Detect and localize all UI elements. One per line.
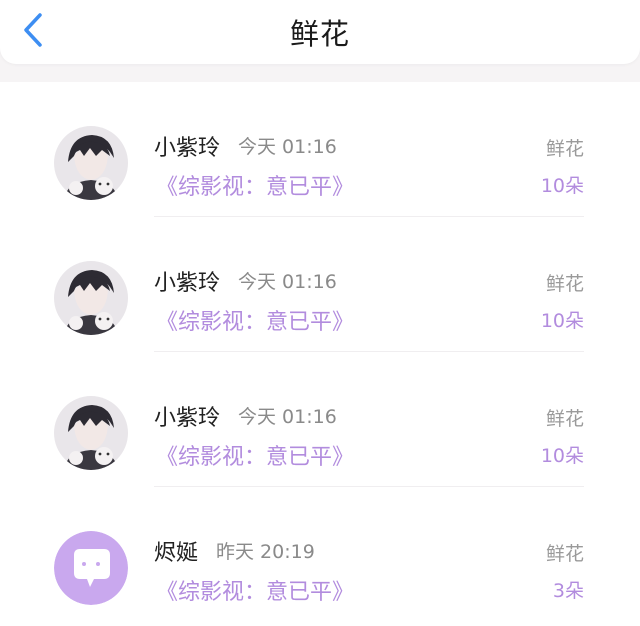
avatar[interactable]: [54, 126, 128, 200]
user-avatar-anime-icon: [54, 396, 128, 470]
user-name: 小紫玲: [154, 406, 221, 431]
user-name: 烬娫: [154, 541, 199, 566]
default-avatar-chat-bubble-icon: [54, 531, 128, 605]
gift-type-label: 鲜花: [545, 273, 584, 295]
gift-count: 3朵: [552, 580, 584, 602]
gift-count: 10朵: [540, 445, 584, 467]
user-name: 小紫玲: [154, 136, 221, 161]
gift-type-label: 鲜花: [545, 408, 584, 430]
user-avatar-anime-icon: [54, 126, 128, 200]
gift-type-label: 鲜花: [545, 543, 584, 565]
avatar[interactable]: [54, 531, 128, 605]
list-item[interactable]: 小紫玲 今天 01:16 《综影视：意已平》 鲜花 10朵: [0, 217, 640, 352]
avatar[interactable]: [54, 396, 128, 470]
book-title-link[interactable]: 《综影视：意已平》: [156, 574, 354, 606]
list-item[interactable]: 烬娫 昨天 20:19 《综影视：意已平》 鲜花 3朵: [0, 487, 640, 622]
gift-type-label: 鲜花: [545, 138, 584, 160]
gift-time: 今天 01:16: [238, 136, 337, 158]
top-bar: 鲜花: [0, 0, 640, 64]
book-title-link[interactable]: 《综影视：意已平》: [156, 439, 354, 471]
book-title-link[interactable]: 《综影视：意已平》: [156, 169, 354, 201]
gift-count: 10朵: [540, 175, 584, 197]
gift-time: 昨天 20:19: [216, 541, 315, 563]
gift-time: 今天 01:16: [238, 406, 337, 428]
list-item[interactable]: 小紫玲 今天 01:16 《综影视：意已平》 鲜花 10朵: [0, 82, 640, 217]
page-title: 鲜花: [289, 17, 350, 51]
user-name: 小紫玲: [154, 271, 221, 296]
avatar[interactable]: [54, 261, 128, 335]
list-item[interactable]: 小紫玲 今天 01:16 《综影视：意已平》 鲜花 10朵: [0, 352, 640, 487]
gift-count: 10朵: [540, 310, 584, 332]
flower-gift-list: 小紫玲 今天 01:16 《综影视：意已平》 鲜花 10朵 小紫玲 今天 01:…: [0, 82, 640, 626]
user-avatar-anime-icon: [54, 261, 128, 335]
gift-time: 今天 01:16: [238, 271, 337, 293]
book-title-link[interactable]: 《综影视：意已平》: [156, 304, 354, 336]
